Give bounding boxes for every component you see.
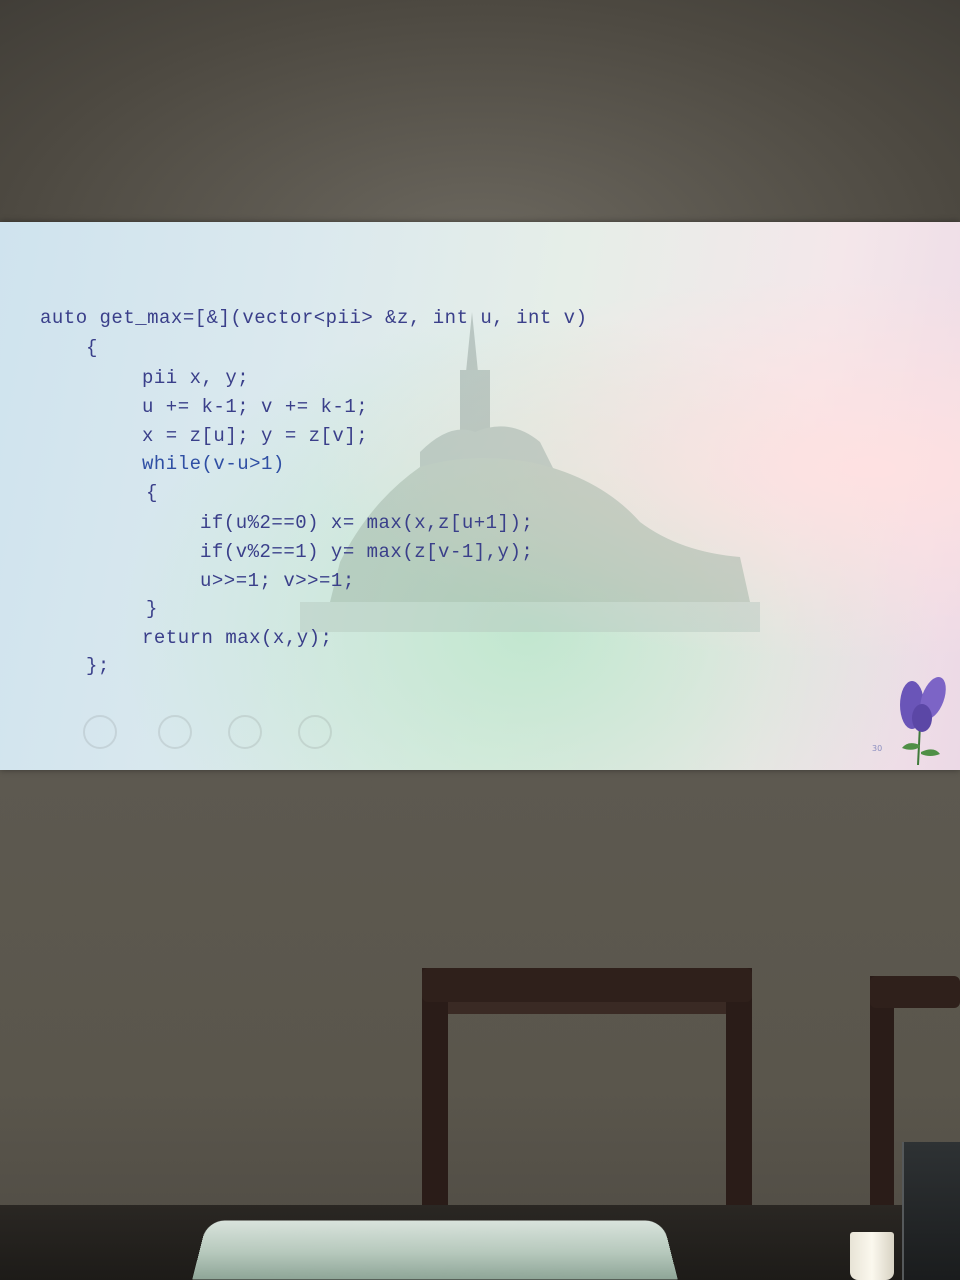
code-line-3: pii x, y; bbox=[142, 367, 250, 389]
code-line-9: if(v%2==1) y= max(z[v-1],y); bbox=[200, 541, 534, 563]
lilac-flower-decoration bbox=[900, 676, 946, 766]
code-line-7: { bbox=[146, 482, 158, 504]
code-line-5: x = z[u]; y = z[v]; bbox=[142, 425, 369, 447]
slideshow-controls-overlay bbox=[83, 715, 332, 749]
code-line-11: } bbox=[146, 598, 158, 620]
code-block: auto get_max=[&](vector<pii> &z, int u, … bbox=[0, 222, 960, 770]
code-line-1: auto get_max=[&](vector<pii> &z, int u, … bbox=[40, 307, 588, 329]
projector-device bbox=[192, 1220, 678, 1280]
wall-top bbox=[0, 0, 960, 222]
laptop-edge bbox=[902, 1142, 960, 1280]
code-line-2: { bbox=[86, 337, 98, 359]
slide-page-number: 30 bbox=[872, 744, 883, 753]
code-line-13: }; bbox=[86, 655, 110, 677]
code-line-10: u>>=1; v>>=1; bbox=[200, 570, 355, 592]
code-line-8: if(u%2==0) x= max(x,z[u+1]); bbox=[200, 512, 534, 534]
code-line-6: while(v-u>1) bbox=[142, 453, 285, 475]
paper-cup bbox=[850, 1232, 894, 1280]
code-line-12: return max(x,y); bbox=[142, 627, 333, 649]
projected-slide: auto get_max=[&](vector<pii> &z, int u, … bbox=[0, 222, 960, 770]
code-line-4: u += k-1; v += k-1; bbox=[142, 396, 369, 418]
